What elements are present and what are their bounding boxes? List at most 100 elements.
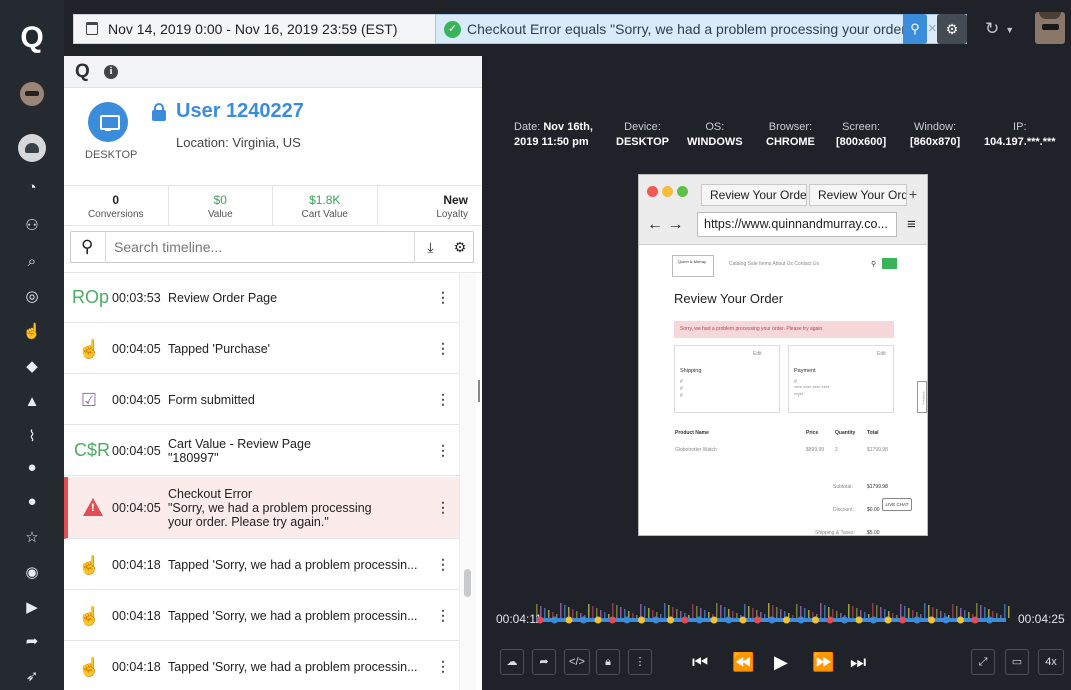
pointer-icon[interactable]: ☝ — [20, 320, 44, 344]
event-marker — [841, 616, 848, 624]
download-icon[interactable]: ⤓ — [414, 232, 446, 262]
pane-resize-handle[interactable] — [478, 380, 480, 402]
date-value: Nov 16th, — [543, 121, 593, 133]
list-item[interactable]: ☝ 00:04:18 Tapped 'Sorry, we had a probl… — [64, 591, 460, 641]
tags-icon[interactable]: ◆ — [20, 355, 44, 379]
fast-forward-icon[interactable]: ⏩ — [812, 648, 834, 676]
date-label: Date: — [514, 121, 541, 133]
cloud-button[interactable]: ☁ — [500, 649, 524, 675]
event-time: 00:04:05 — [112, 341, 161, 356]
item-price: $899.99 — [806, 447, 825, 453]
live-chat-button: LIVE CHAT — [882, 498, 912, 511]
user-avatar[interactable] — [20, 82, 44, 106]
warning-nav-icon[interactable]: ▲ — [20, 390, 44, 414]
star-icon[interactable]: ☆ — [20, 526, 44, 550]
more-options-icon[interactable]: ⋮ — [436, 324, 450, 373]
device-view-button[interactable]: ▭ — [1005, 649, 1029, 675]
more-options-icon[interactable]: ⋮ — [436, 273, 450, 322]
skip-end-icon[interactable]: ⏭ — [850, 648, 866, 676]
more-options-icon[interactable]: ⋮ — [436, 540, 450, 589]
share-icon[interactable]: ➦ — [20, 630, 44, 654]
pie-chart-icon[interactable]: ◔ — [20, 176, 44, 200]
col-qty: Quantity — [835, 430, 856, 436]
error-alert: Sorry, we had a problem processing your … — [674, 321, 894, 338]
more-options-icon[interactable]: ⋮ — [436, 477, 450, 538]
event-marker — [928, 616, 935, 624]
more-options-icon[interactable]: ⋮ — [436, 642, 450, 690]
tap-hand-icon: ☝ — [78, 338, 101, 359]
meta-window: Window: [860x870] — [910, 120, 960, 150]
play-circle-icon[interactable]: ▶ — [20, 596, 44, 620]
trend-chart-icon[interactable]: ⌇ — [20, 425, 44, 449]
search-input[interactable] — [105, 232, 405, 262]
list-item[interactable]: C$R 00:04:05 Cart Value - Review Page "1… — [64, 426, 460, 476]
meta-value: DESKTOP — [616, 136, 669, 148]
more-options-icon[interactable]: ⋮ — [436, 426, 450, 475]
target-icon[interactable]: ◎ — [20, 285, 44, 309]
play-icon[interactable]: ▶ — [774, 648, 788, 676]
app-logo-icon[interactable]: Q — [16, 22, 48, 54]
meta-value: WINDOWS — [687, 136, 743, 148]
event-time: 00:04:18 — [112, 659, 161, 674]
event-marker — [638, 616, 645, 624]
stat-label: Conversions — [87, 209, 144, 220]
speed-button[interactable]: 4x — [1038, 649, 1064, 675]
list-item[interactable]: ROp 00:03:53 Review Order Page ⋮ — [64, 273, 460, 323]
item-name: Globetrotter Watch — [675, 447, 717, 453]
subtotal-label: Subtotal: — [833, 484, 853, 490]
form-submit-icon: ☑ — [80, 389, 98, 410]
rocket-icon[interactable]: ➶ — [20, 665, 44, 689]
event-marker — [652, 616, 660, 624]
history-icon[interactable]: ● — [20, 490, 44, 514]
filter-chip[interactable]: ✓ Checkout Error equals "Sorry, we had a… — [435, 14, 967, 44]
list-item[interactable]: ☝ 00:04:05 Tapped 'Purchase' ⋮ — [64, 324, 460, 374]
search-icon: ⚲ — [871, 261, 877, 268]
users-nav-icon[interactable] — [18, 134, 46, 162]
user-id[interactable]: User 1240227 — [176, 100, 304, 123]
code-icon: </> — [569, 656, 585, 668]
lock-button[interactable]: 🔒︎ — [596, 649, 620, 675]
list-item-error[interactable]: ! 00:04:05 Checkout Error "Sorry, we had… — [64, 477, 460, 539]
session-replay-frame[interactable]: Review Your Order Review Your Order + ← … — [638, 174, 928, 536]
list-item[interactable]: ☝ 00:04:18 Tapped 'Sorry, we had a probl… — [64, 642, 460, 690]
payment-box: Edit Payment # **** **** **** **** **/** — [788, 345, 894, 413]
gear-icon[interactable]: ⚙ — [446, 232, 474, 262]
more-options-icon[interactable]: ⋮ — [436, 375, 450, 424]
meta-label: Screen: — [842, 121, 881, 133]
list-item[interactable]: ☝ 00:04:18 Tapped 'Sorry, we had a probl… — [64, 540, 460, 590]
clock-icon[interactable]: ● — [20, 456, 44, 480]
event-text: Form submitted — [168, 392, 255, 407]
list-item[interactable]: ☑ 00:04:05 Form submitted ⋮ — [64, 375, 460, 425]
address-bar: https://www.quinnandmurray.co... — [697, 212, 897, 237]
page-code-badge: C$R — [74, 440, 111, 460]
rewind-icon[interactable]: ⏪ — [732, 648, 754, 676]
logo-text: Quinn & Murray — [678, 259, 707, 264]
search-button[interactable]: ⚲ — [903, 14, 927, 44]
group-icon[interactable]: ⚇ — [20, 214, 44, 238]
meta-ip: IP: 104.197.***.*** — [984, 120, 1056, 150]
col-total: Total — [867, 430, 879, 436]
refresh-dropdown[interactable]: ↻ ▼ — [985, 14, 1025, 44]
profile-avatar[interactable] — [1035, 12, 1065, 44]
event-marker — [783, 616, 790, 624]
skip-start-icon[interactable]: ⏮ — [692, 648, 708, 676]
meta-os: OS: WINDOWS — [687, 120, 743, 150]
code-button[interactable]: </> — [564, 649, 590, 675]
settings-button[interactable]: ⚙ — [937, 14, 967, 44]
more-options-icon[interactable]: ⋮ — [436, 591, 450, 640]
date-range-picker[interactable]: Nov 14, 2019 0:00 - Nov 16, 2019 23:59 (… — [73, 14, 435, 44]
scrollbar-thumb[interactable] — [464, 569, 471, 597]
search-icon: ⚲ — [81, 237, 94, 256]
info-icon[interactable]: i — [104, 65, 118, 79]
search-nav-icon[interactable]: ⌕ — [20, 250, 44, 274]
fullscreen-button[interactable]: ⤢ — [971, 649, 995, 675]
share-button[interactable]: ➦ — [532, 649, 556, 675]
event-text: Tapped 'Purchase' — [168, 341, 271, 356]
compass-icon[interactable]: ◉ — [20, 561, 44, 585]
payment-masked: **** **** **** **** — [794, 386, 830, 392]
shipping-line: # — [680, 379, 683, 385]
info-button[interactable]: ⋮ — [628, 649, 652, 675]
event-marker — [768, 616, 776, 624]
timeline-scrollbar[interactable] — [459, 273, 476, 690]
meta-value: 104.197.***.*** — [984, 136, 1056, 148]
